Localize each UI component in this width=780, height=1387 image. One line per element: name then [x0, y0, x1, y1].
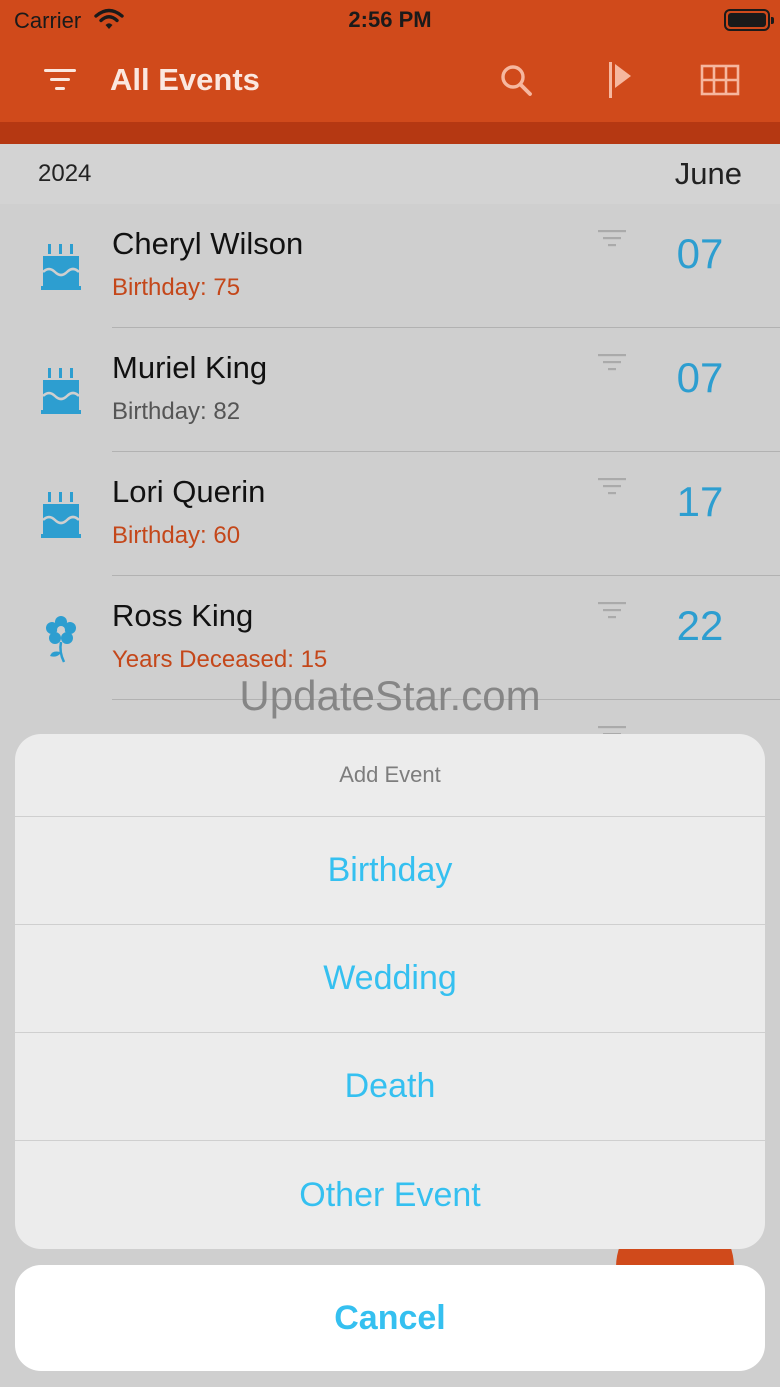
death-option[interactable]: Death [15, 1033, 765, 1141]
event-day: 07 [676, 354, 724, 401]
list-item[interactable]: Muriel King Birthday: 82 07 [0, 328, 780, 452]
filter-icon [598, 228, 626, 255]
clock-label: 2:56 PM [348, 7, 432, 32]
search-icon[interactable] [494, 58, 538, 102]
event-name: Muriel King [112, 350, 268, 385]
section-header: 2024 June [0, 144, 780, 204]
filter-icon [598, 476, 626, 503]
navigation-bar: Carrier 2:56 PM All Events [0, 0, 780, 122]
event-name: Lori Querin [112, 474, 266, 509]
list-item[interactable]: Lori Querin Birthday: 60 17 [0, 452, 780, 576]
filter-icon [598, 352, 626, 379]
flower-icon [38, 612, 84, 664]
header-shadow [0, 122, 780, 144]
battery-icon [724, 9, 774, 31]
other-event-option[interactable]: Other Event [15, 1141, 765, 1249]
filter-icon [598, 600, 626, 627]
flag-icon[interactable] [598, 58, 642, 102]
wedding-option[interactable]: Wedding [15, 925, 765, 1033]
event-detail: Birthday: 75 [112, 274, 241, 301]
year-label: 2024 [38, 160, 92, 187]
list-item[interactable]: Cheryl Wilson Birthday: 75 07 [0, 204, 780, 328]
event-detail: Years Deceased: 15 [112, 646, 328, 673]
grid-view-icon[interactable] [698, 58, 742, 102]
status-bar: Carrier 2:56 PM [0, 0, 780, 40]
filter-menu-icon[interactable] [38, 58, 82, 102]
event-day: 17 [676, 478, 724, 525]
birthday-cake-icon [38, 488, 84, 540]
birthday-option[interactable]: Birthday [15, 817, 765, 925]
month-label: June [674, 156, 742, 191]
page-title: All Events [110, 62, 260, 97]
birthday-cake-icon [38, 364, 84, 416]
event-detail: Birthday: 60 [112, 522, 241, 549]
watermark: UpdateStar.com [239, 672, 541, 719]
event-detail: Birthday: 82 [112, 398, 241, 425]
event-day: 07 [676, 230, 724, 277]
birthday-cake-icon [38, 240, 84, 292]
cancel-button[interactable]: Cancel [15, 1265, 765, 1371]
action-sheet-title: Add Event [15, 734, 765, 817]
event-day: 22 [676, 602, 724, 649]
event-name: Cheryl Wilson [112, 226, 304, 261]
action-sheet: Add Event Birthday Wedding Death Other E… [15, 734, 765, 1249]
event-name: Ross King [112, 598, 254, 633]
